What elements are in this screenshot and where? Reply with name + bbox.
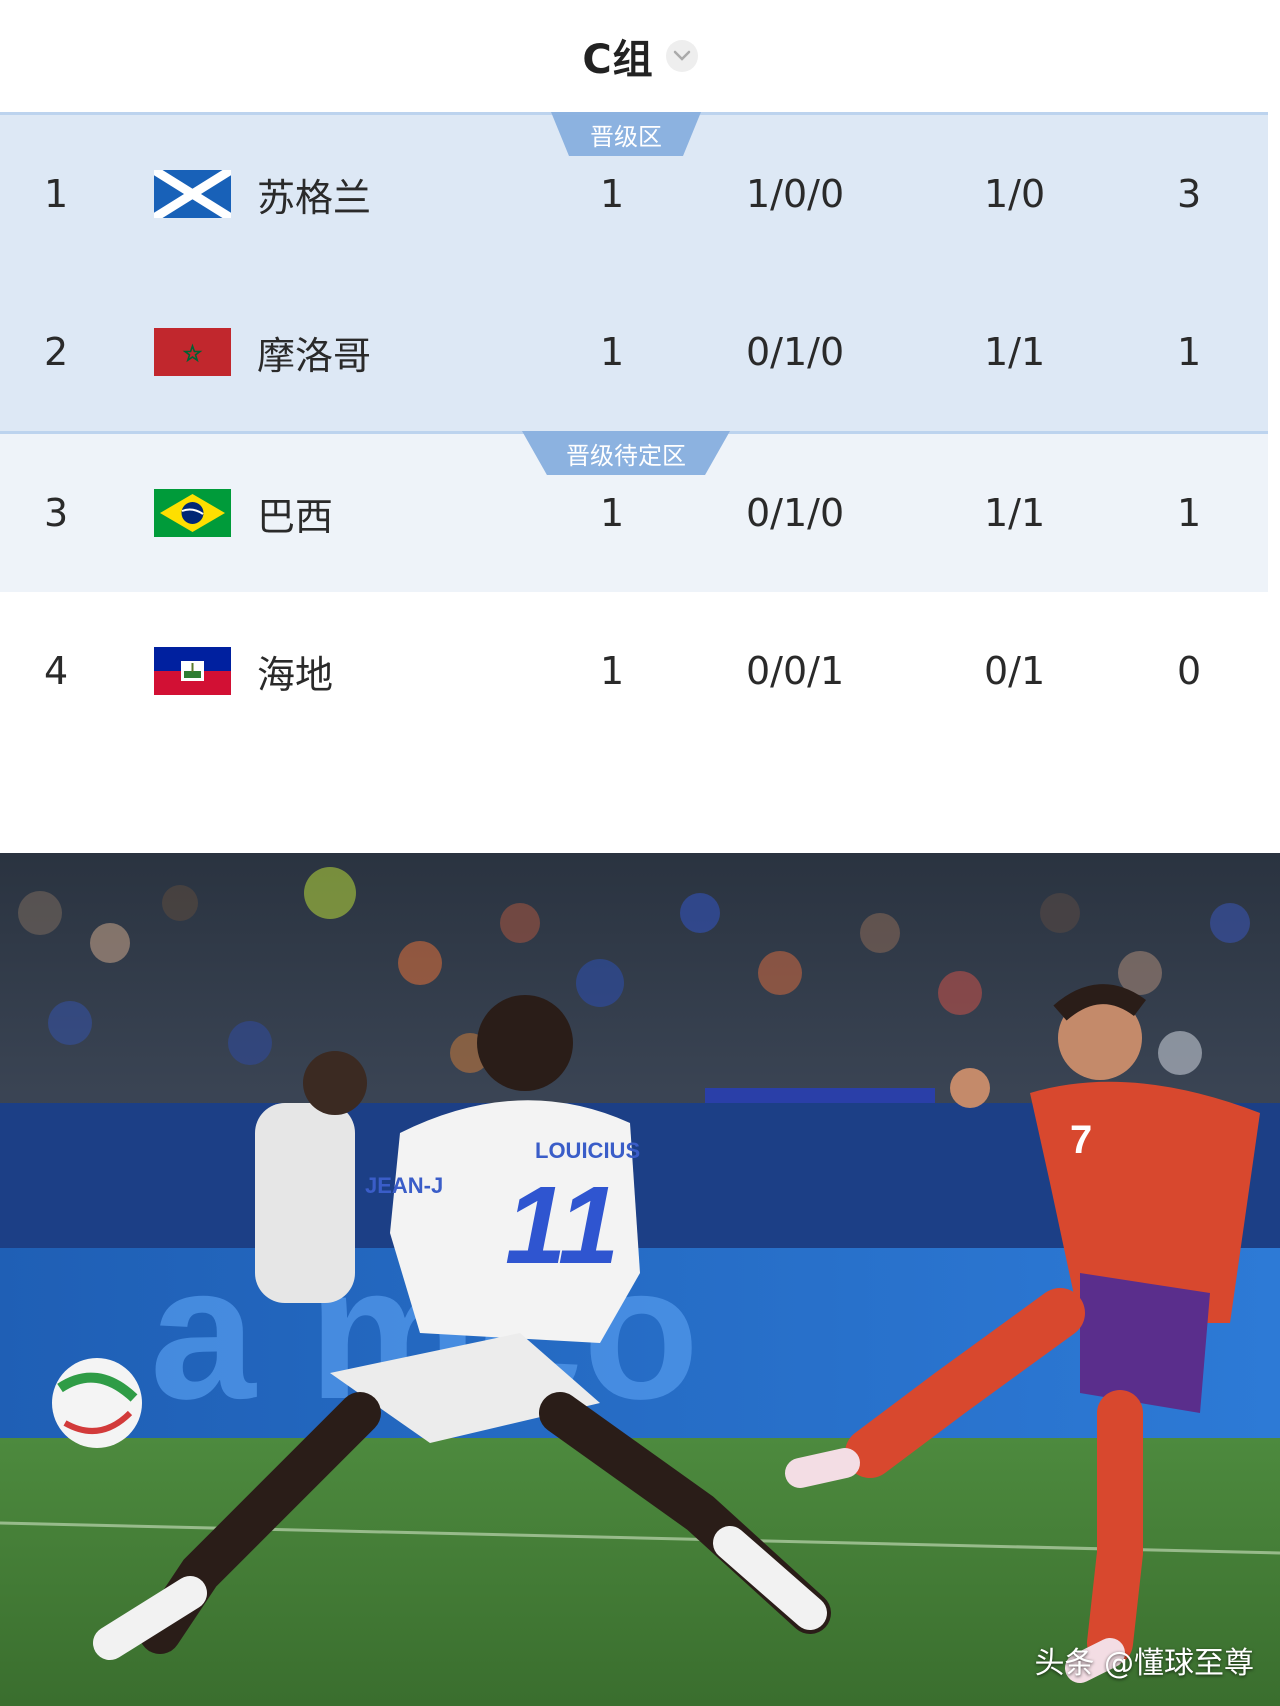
goals-for-against: 1/1 xyxy=(984,330,1046,374)
points: 3 xyxy=(1177,172,1202,216)
matches-played: 1 xyxy=(600,649,625,693)
pending-zone-tag: 晋级待定区 xyxy=(522,431,730,475)
matches-played: 1 xyxy=(600,330,625,374)
promotion-zone-tag: 晋级区 xyxy=(551,112,701,156)
win-draw-loss: 0/0/1 xyxy=(746,649,845,693)
haiti-flag-icon xyxy=(154,647,231,695)
rank: 2 xyxy=(44,330,69,374)
rank: 1 xyxy=(44,172,69,216)
jersey-number-11: 11 xyxy=(505,1164,619,1287)
brazil-flag-icon xyxy=(154,489,231,537)
rank: 4 xyxy=(44,649,69,693)
goals-for-against: 1/1 xyxy=(984,491,1046,535)
table-row[interactable]: 4 海地 1 0/0/1 0/1 0 xyxy=(0,592,1268,750)
group-header[interactable]: C组 xyxy=(0,0,1280,112)
win-draw-loss: 1/0/0 xyxy=(746,172,845,216)
rank: 3 xyxy=(44,491,69,535)
scotland-flag-icon xyxy=(154,170,231,218)
match-photo: a mco LOUICIUS 11 JEAN-J 7 头条 @懂球 xyxy=(0,853,1280,1706)
table-row[interactable]: 2 摩洛哥 1 0/1/0 1/1 1 xyxy=(0,273,1268,431)
matches-played: 1 xyxy=(600,172,625,216)
team-name: 海地 xyxy=(257,652,334,697)
jersey-name-louicius: LOUICIUS xyxy=(535,1138,640,1163)
goals-for-against: 1/0 xyxy=(984,172,1046,216)
chevron-down-icon[interactable] xyxy=(665,40,698,72)
group-title: C组 xyxy=(582,37,654,83)
win-draw-loss: 0/1/0 xyxy=(746,330,845,374)
jersey-number-7: 7 xyxy=(1070,1118,1092,1162)
win-draw-loss: 0/1/0 xyxy=(746,491,845,535)
watermark: 头条 @懂球至尊 xyxy=(1034,1646,1254,1681)
goals-for-against: 0/1 xyxy=(984,649,1046,693)
points: 1 xyxy=(1177,330,1202,374)
matches-played: 1 xyxy=(600,491,625,535)
team-name: 苏格兰 xyxy=(257,175,372,220)
team-name: 巴西 xyxy=(257,494,334,539)
points: 0 xyxy=(1177,649,1202,693)
jersey-name-jean: JEAN-J xyxy=(365,1173,443,1198)
team-name: 摩洛哥 xyxy=(257,333,372,378)
match-scene: a mco LOUICIUS 11 JEAN-J 7 xyxy=(0,853,1280,1706)
points: 1 xyxy=(1177,491,1202,535)
morocco-flag-icon xyxy=(154,328,231,376)
